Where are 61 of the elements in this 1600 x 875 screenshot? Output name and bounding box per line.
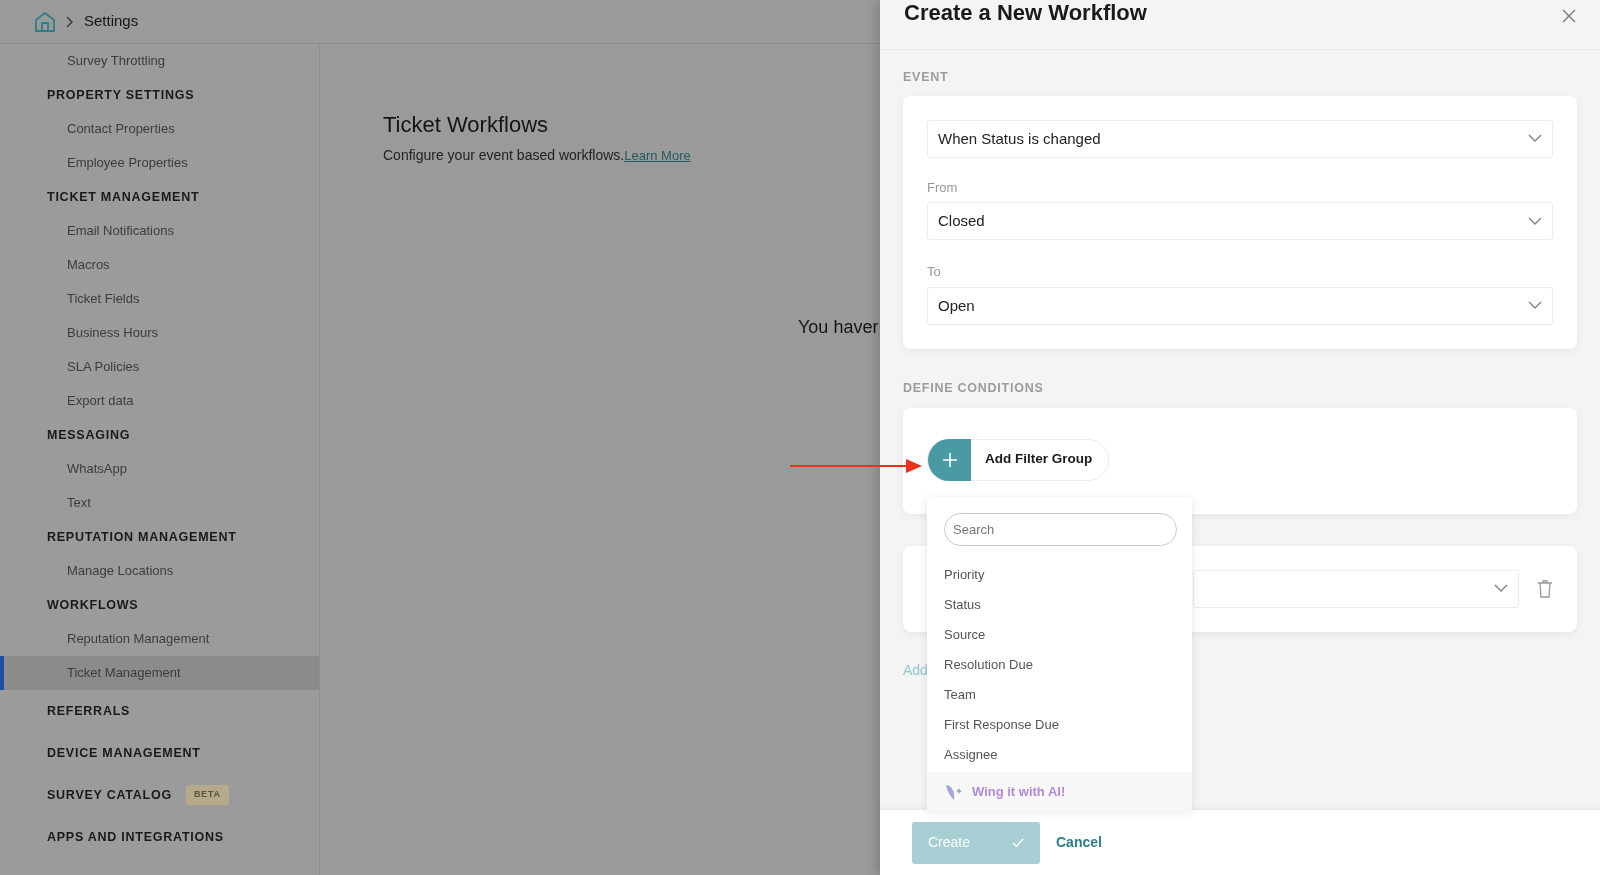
cancel-link[interactable]: Cancel bbox=[1056, 832, 1102, 853]
sidebar-item[interactable]: Ticket Fields bbox=[0, 282, 319, 316]
menu-option[interactable]: Status bbox=[927, 590, 1192, 620]
field-label: From bbox=[927, 178, 959, 197]
section-label: EVENT bbox=[903, 69, 950, 86]
sidebar-section-heading: WORKFLOWS bbox=[46, 596, 140, 614]
menu-option[interactable]: First Response Due bbox=[927, 710, 1192, 740]
sidebar-link[interactable]: DEVICE MANAGEMENT bbox=[47, 743, 201, 763]
sidebar-section-heading: TICKET MANAGEMENT bbox=[46, 188, 201, 206]
sidebar-item[interactable]: Text bbox=[0, 486, 319, 520]
sidebar-item[interactable]: Macros bbox=[0, 248, 319, 282]
add-filter-group-button[interactable]: Add Filter Group bbox=[927, 438, 1110, 481]
sidebar-link[interactable]: REFERRALS bbox=[47, 701, 131, 721]
to-select[interactable]: Open bbox=[927, 286, 1553, 325]
sidebar-section-heading: MESSAGING bbox=[46, 426, 132, 444]
plus-icon bbox=[942, 452, 957, 467]
sidebar-item[interactable]: Reputation Management bbox=[0, 622, 319, 656]
chevron-down-icon bbox=[1528, 134, 1542, 144]
chevron-down-icon bbox=[1494, 584, 1508, 593]
menu-option[interactable]: Resolution Due bbox=[927, 650, 1192, 680]
check-icon bbox=[1012, 837, 1024, 848]
section-label: DEFINE CONDITIONS bbox=[903, 379, 1045, 397]
sidebar-link[interactable]: APPS AND INTEGRATIONS bbox=[47, 827, 224, 847]
menu-option[interactable]: Assignee bbox=[927, 740, 1192, 770]
sidebar-item[interactable]: Employee Properties bbox=[0, 146, 319, 180]
home-icon[interactable] bbox=[34, 12, 56, 33]
sidebar-item[interactable]: Export data bbox=[0, 384, 319, 418]
chevron-down-icon bbox=[1528, 216, 1542, 226]
page-title: Ticket Workflows bbox=[383, 112, 549, 139]
select-value: Open bbox=[938, 295, 975, 316]
search-field[interactable]: Search bbox=[944, 513, 1177, 546]
event-select[interactable]: When Status is changed bbox=[927, 119, 1553, 158]
menu-option[interactable]: Team bbox=[927, 680, 1192, 710]
sidebar-item[interactable]: Ticket Management bbox=[0, 656, 319, 690]
sparkle-feather-icon bbox=[944, 783, 964, 801]
from-select[interactable]: Closed bbox=[927, 202, 1553, 241]
sidebar-section-heading: PROPERTY SETTINGS bbox=[46, 86, 196, 104]
trash-icon[interactable] bbox=[1537, 580, 1553, 599]
empty-state-message: You haver bbox=[798, 316, 879, 339]
close-icon[interactable] bbox=[1562, 8, 1576, 23]
sidebar-item[interactable]: Business Hours bbox=[0, 316, 319, 350]
sidebar-item[interactable]: Survey Throttling bbox=[0, 44, 319, 78]
sidebar-item[interactable]: Contact Properties bbox=[0, 112, 319, 146]
menu-option[interactable]: Source bbox=[927, 620, 1192, 650]
chevron-right-icon bbox=[66, 16, 74, 29]
chevron-down-icon bbox=[1528, 301, 1542, 311]
sidebar-item[interactable]: SLA Policies bbox=[0, 350, 319, 384]
beta-badge: BETA bbox=[185, 785, 229, 805]
drawer-title: Create a New Workflow bbox=[904, 0, 1147, 26]
learn-more-link[interactable]: Learn More bbox=[624, 148, 691, 163]
sidebar-link[interactable]: SURVEY CATALOG bbox=[47, 785, 172, 805]
breadcrumb-title: Settings bbox=[84, 11, 139, 32]
sidebar-section-heading: REPUTATION MANAGEMENT bbox=[46, 528, 238, 546]
field-label: To bbox=[927, 263, 942, 282]
sidebar-item[interactable]: Manage Locations bbox=[0, 554, 319, 588]
ai-option[interactable]: Wing it with AI! bbox=[972, 782, 1066, 802]
select-value: When Status is changed bbox=[938, 128, 1101, 149]
sidebar-item[interactable]: Email Notifications bbox=[0, 214, 319, 248]
sidebar-item[interactable]: WhatsApp bbox=[0, 452, 319, 486]
menu-option[interactable]: Priority bbox=[927, 560, 1192, 590]
select-value: Closed bbox=[938, 211, 985, 231]
